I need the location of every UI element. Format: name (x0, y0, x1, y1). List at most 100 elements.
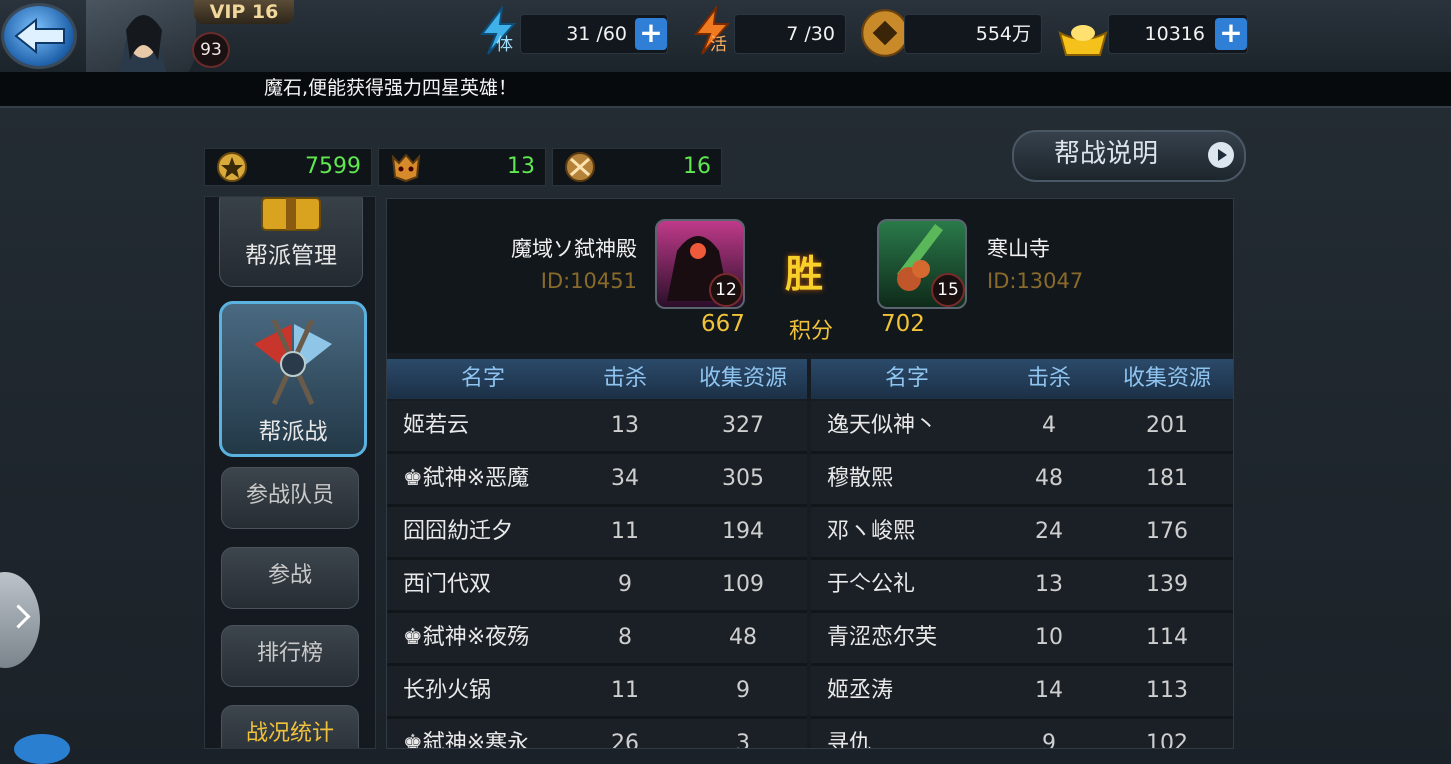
menu-ranking[interactable]: 排行榜 (221, 625, 359, 687)
stat-swords-value: 16 (683, 154, 711, 179)
player-name: 穆散熙 (827, 466, 894, 491)
table-row[interactable]: ♚弑神※夜殇 8 48 (387, 613, 807, 666)
table-row[interactable]: 穆散熙 48 181 (811, 454, 1233, 507)
play-arrow-icon (1208, 142, 1234, 168)
menu-statistics-label: 战况统计 (245, 721, 334, 746)
col-name: 名字 (460, 366, 505, 391)
resource-count: 201 (1146, 413, 1188, 438)
player-name: ♚弑神※恶魔 (403, 466, 530, 491)
right-guild-emblem: 15 (877, 219, 967, 309)
crossed-flags-icon (254, 318, 332, 406)
table-row[interactable]: ♚弑神※恶魔 34 305 (387, 454, 807, 507)
right-guild-name: 寒山寺 (987, 237, 1050, 261)
player-name: ♚弑神※寒永 (403, 731, 530, 749)
vitality-label: 活 (710, 35, 727, 55)
treasure-chest-icon (261, 197, 321, 231)
col-kills: 击杀 (602, 366, 647, 391)
side-menu: 帮派管理 帮派战 参战队员 参战 排行榜 战况统计 (204, 196, 376, 749)
vip-badge: VIP 16 (194, 0, 294, 24)
resource-count: 9 (736, 678, 750, 703)
gold-counter: 10316 + (1108, 14, 1248, 54)
table-row[interactable]: 邓ヽ峻熙 24 176 (811, 507, 1233, 560)
kill-count: 13 (611, 413, 639, 438)
table-row[interactable]: 姬丞涛 14 113 (811, 666, 1233, 719)
table-row[interactable]: 姬若云 13 327 (387, 401, 807, 454)
left-guild-level: 12 (709, 273, 743, 307)
battle-panel: 魔域ソ弑神殿 ID:10451 12 667 胜 积分 15 702 寒山寺 I… (386, 198, 1234, 749)
score-label: 积分 (789, 319, 834, 344)
left-guild-id: ID:10451 (540, 269, 637, 293)
menu-guild-war[interactable]: 帮派战 (219, 301, 367, 457)
table-row[interactable]: 囧囧糼迁夕 11 194 (387, 507, 807, 560)
back-button[interactable] (4, 6, 74, 66)
resource-count: 176 (1146, 519, 1188, 544)
kill-count: 9 (618, 572, 632, 597)
kill-count: 13 (1035, 572, 1063, 597)
player-name: 囧囧糼迁夕 (403, 519, 514, 544)
menu-members-label: 参战队员 (245, 483, 334, 508)
resource-count: 113 (1146, 678, 1188, 703)
player-level: 93 (192, 32, 230, 68)
resource-count: 327 (722, 413, 764, 438)
right-table-header: 名字 击杀 收集资源 (811, 359, 1233, 399)
player-name: 西门代双 (403, 572, 492, 597)
table-row[interactable]: 于亽公礼 13 139 (811, 560, 1233, 613)
guild-war-help-button[interactable]: 帮战说明 (1012, 130, 1246, 182)
menu-guild-war-label: 帮派战 (258, 419, 328, 445)
table-row[interactable]: 西门代双 9 109 (387, 560, 807, 613)
player-name: 姬若云 (403, 413, 470, 438)
resource-count: 305 (722, 466, 764, 491)
table-row[interactable]: 长孙火锅 11 9 (387, 666, 807, 719)
announcement-text: 魔石,便能获得强力四星英雄！ (264, 77, 518, 99)
stat-swords: 16 (552, 148, 722, 186)
table-row[interactable]: 逸天似神丶 4 201 (811, 401, 1233, 454)
menu-guild-manage-label: 帮派管理 (245, 243, 337, 269)
coin-counter: 554万 (904, 14, 1042, 54)
right-guild-score: 702 (881, 311, 925, 337)
stamina-label: 体 (496, 35, 513, 55)
left-guild-score: 667 (701, 311, 745, 337)
stat-monster-value: 13 (507, 154, 535, 179)
stat-contribution-value: 7599 (305, 154, 361, 179)
table-row[interactable]: 青涩恋尔芙 10 114 (811, 613, 1233, 666)
menu-statistics[interactable]: 战况统计 (221, 705, 359, 748)
battle-result: 胜 (785, 252, 824, 296)
kill-count: 10 (1035, 625, 1063, 650)
crossed-swords-icon (565, 152, 595, 182)
coin-value: 554万 (975, 23, 1031, 45)
announcement-bar: 魔石,便能获得强力四星英雄！ (0, 72, 1451, 106)
player-name: 于亽公礼 (827, 572, 916, 597)
player-name: 姬丞涛 (827, 678, 894, 703)
chat-bubble-icon[interactable] (14, 734, 70, 764)
left-guild-emblem: 12 (655, 219, 745, 309)
player-name: 长孙火锅 (403, 678, 492, 703)
resource-count: 194 (722, 519, 764, 544)
menu-guild-manage[interactable]: 帮派管理 (219, 197, 363, 287)
kill-count: 24 (1035, 519, 1063, 544)
right-guild-level: 15 (931, 273, 965, 307)
table-row[interactable]: ♚弑神※寒永 26 3 (387, 719, 807, 749)
battle-header: 魔域ソ弑神殿 ID:10451 12 667 胜 积分 15 702 寒山寺 I… (387, 199, 1233, 353)
kill-count: 26 (611, 731, 639, 749)
menu-members[interactable]: 参战队员 (221, 467, 359, 529)
add-stamina-button[interactable]: + (635, 18, 667, 50)
stat-monster: 13 (378, 148, 546, 186)
add-gold-button[interactable]: + (1215, 18, 1247, 50)
left-guild-name: 魔域ソ弑神殿 (511, 237, 637, 261)
player-name: 逸天似神丶 (827, 413, 938, 438)
table-row[interactable]: 寻仇 9 102 (811, 719, 1233, 748)
right-guild-id: ID:13047 (987, 269, 1084, 293)
stamina-counter: 31 /60 + (520, 14, 668, 54)
stamina-value: 31 /60 (566, 23, 627, 45)
kill-count: 4 (1042, 413, 1056, 438)
stat-contribution: 7599 (204, 148, 372, 186)
menu-join[interactable]: 参战 (221, 547, 359, 609)
col-resources: 收集资源 (1122, 366, 1211, 391)
col-kills: 击杀 (1026, 366, 1071, 391)
vitality-counter: 7 /30 (734, 14, 846, 54)
player-name: 邓ヽ峻熙 (827, 519, 916, 544)
kill-count: 11 (611, 678, 639, 703)
vitality-value: 7 /30 (786, 23, 835, 45)
kill-count: 34 (611, 466, 639, 491)
resource-count: 3 (736, 731, 750, 749)
